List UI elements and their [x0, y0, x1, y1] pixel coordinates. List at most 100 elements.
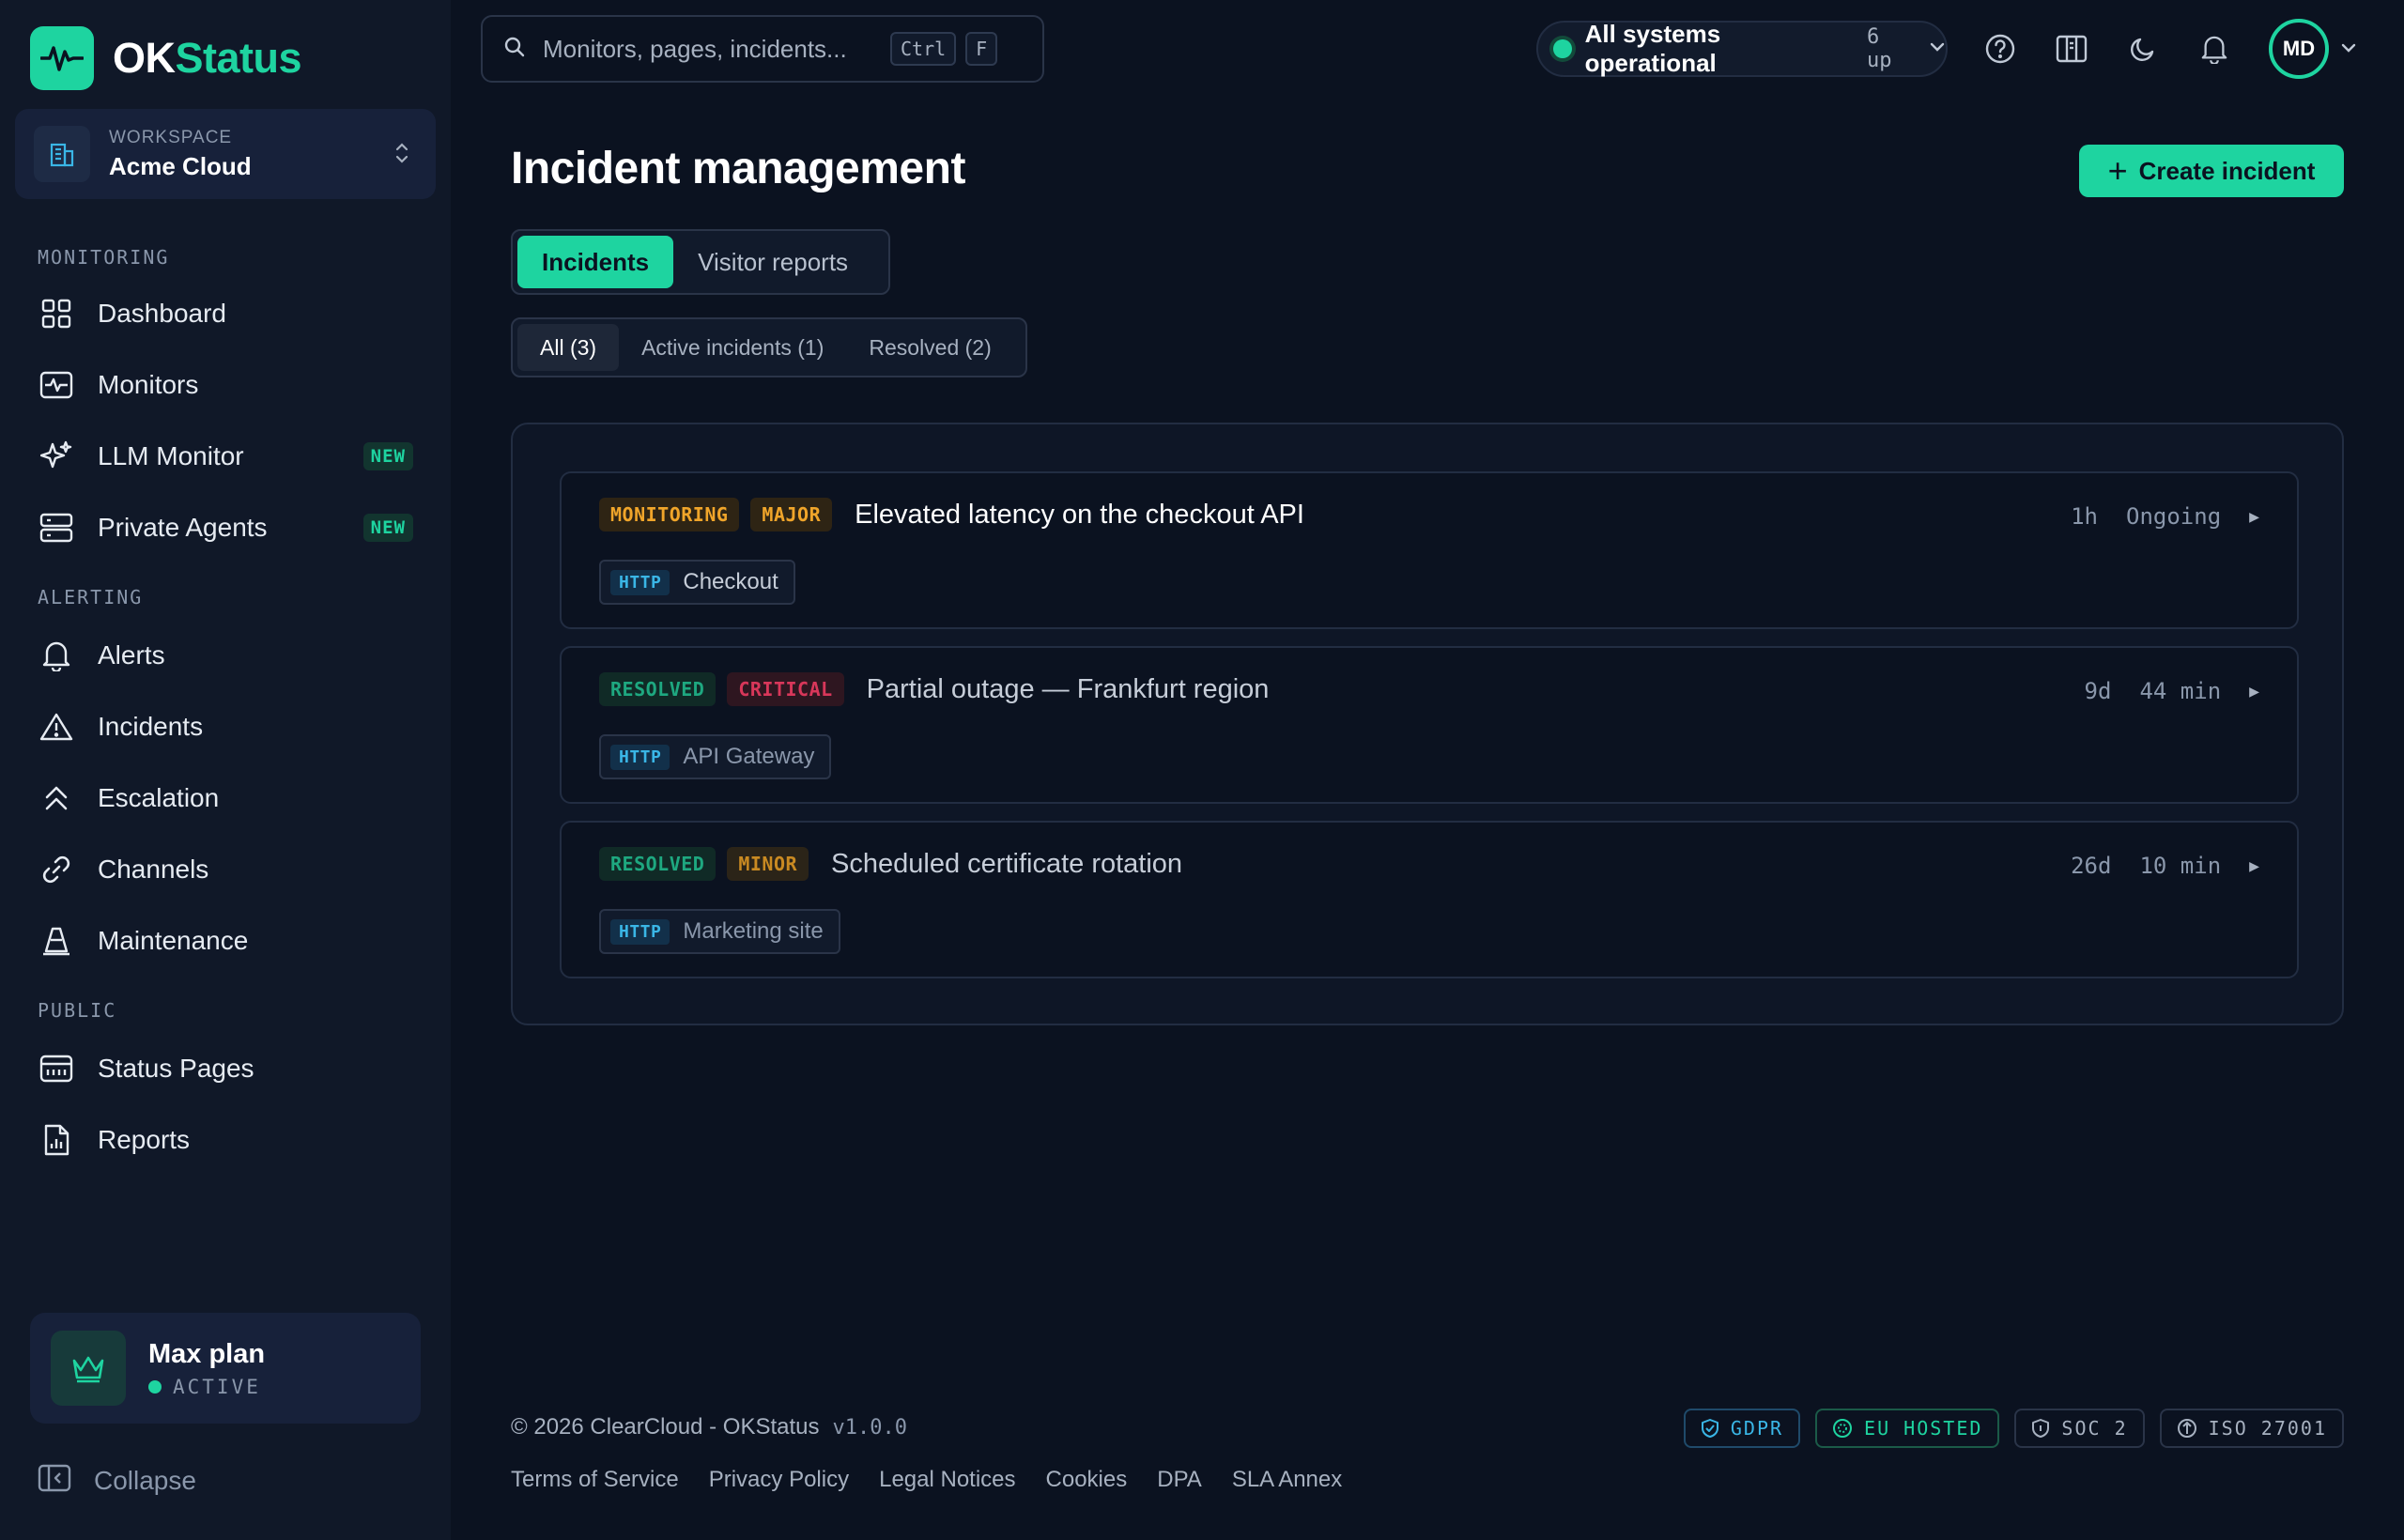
- protocol-badge: HTTP: [610, 744, 670, 770]
- building-icon: [34, 126, 90, 182]
- pulse-logo-icon: [30, 26, 94, 90]
- filter-all[interactable]: All (3): [517, 324, 620, 371]
- sidebar-item-escalation[interactable]: Escalation: [38, 772, 413, 824]
- sidebar-item-label: Alerts: [98, 640, 165, 670]
- shield-icon: [2032, 1419, 2050, 1438]
- moon-icon[interactable]: [2122, 28, 2164, 69]
- sidebar-item-label: Maintenance: [98, 926, 249, 955]
- protocol-badge: HTTP: [610, 569, 670, 595]
- sidebar-item-alerts[interactable]: Alerts: [38, 629, 413, 682]
- copyright: © 2026 ClearCloud - OKStatus v1.0.0: [511, 1414, 907, 1440]
- state-badge: RESOLVED: [599, 672, 717, 706]
- incident-row[interactable]: RESOLVED MINOR Scheduled certificate rot…: [560, 821, 2299, 978]
- bell-icon[interactable]: [2194, 28, 2235, 69]
- shield-check-icon: [1701, 1419, 1718, 1438]
- crown-icon: [51, 1331, 126, 1406]
- sidebar-item-label: Reports: [98, 1125, 191, 1154]
- footer-link-cookies[interactable]: Cookies: [1046, 1467, 1128, 1493]
- sidebar-item-reports[interactable]: Reports: [38, 1114, 413, 1166]
- sidebar-item-dashboard[interactable]: Dashboard: [38, 287, 413, 340]
- expand-arrow-icon: ▶: [2249, 506, 2259, 527]
- link-icon: [38, 851, 75, 888]
- sidebar-item-private-agents[interactable]: Private Agents NEW: [38, 501, 413, 554]
- footer-link-legal[interactable]: Legal Notices: [879, 1467, 1015, 1493]
- monitor-chip[interactable]: HTTP Checkout: [599, 560, 795, 605]
- workspace-switcher[interactable]: WORKSPACE Acme Cloud: [15, 109, 436, 199]
- footer-link-terms[interactable]: Terms of Service: [511, 1467, 679, 1493]
- shortcut-key-ctrl: Ctrl: [890, 32, 957, 66]
- logo[interactable]: OKStatus: [30, 26, 302, 90]
- search-bar[interactable]: Ctrl F: [481, 15, 1044, 83]
- tab-visitor-reports[interactable]: Visitor reports: [673, 236, 872, 288]
- sidebar-item-maintenance[interactable]: Maintenance: [38, 915, 413, 967]
- search-icon: [503, 36, 526, 63]
- sidebar-item-monitors[interactable]: Monitors: [38, 359, 413, 411]
- workspace-name: Acme Cloud: [109, 151, 252, 180]
- chevron-down-icon[interactable]: [2340, 41, 2357, 58]
- sidebar-item-incidents[interactable]: Incidents: [38, 701, 413, 753]
- grid-icon: [38, 295, 75, 332]
- soc2-badge: SOC 2: [2014, 1409, 2145, 1448]
- compliance-badges: GDPR EU HOSTED SOC 2 ISO 27001: [1669, 1409, 2344, 1448]
- sidebar-item-label: Channels: [98, 855, 209, 884]
- footer-link-privacy[interactable]: Privacy Policy: [709, 1467, 849, 1493]
- sidebar-item-channels[interactable]: Channels: [38, 843, 413, 896]
- incident-age: 9d: [2084, 678, 2112, 704]
- layout-columns-icon[interactable]: [2051, 28, 2092, 69]
- user-avatar[interactable]: MD: [2269, 19, 2329, 79]
- filter-active[interactable]: Active incidents (1): [619, 324, 846, 371]
- sidebar: OKStatus WORKSPACE Acme Cloud MONITORING…: [0, 0, 451, 1540]
- collapse-button[interactable]: Collapse: [38, 1463, 196, 1498]
- footer-link-dpa[interactable]: DPA: [1157, 1467, 1202, 1493]
- search-input[interactable]: [543, 34, 881, 64]
- monitor-chip[interactable]: HTTP Marketing site: [599, 909, 840, 954]
- create-incident-button[interactable]: + Create incident: [2079, 145, 2344, 197]
- state-badge: RESOLVED: [599, 847, 717, 881]
- filter-resolved[interactable]: Resolved (2): [846, 324, 1013, 371]
- status-count: 6 up: [1867, 25, 1892, 72]
- pulse-icon: [38, 366, 75, 404]
- version: v1.0.0: [832, 1416, 907, 1440]
- report-icon: [38, 1121, 75, 1159]
- sidebar-item-label: Incidents: [98, 712, 204, 741]
- help-icon[interactable]: [1980, 28, 2021, 69]
- cone-icon: [38, 922, 75, 960]
- calendar-icon: [38, 1050, 75, 1087]
- collapse-label: Collapse: [94, 1465, 196, 1495]
- new-badge: NEW: [362, 442, 413, 470]
- footer-link-sla[interactable]: SLA Annex: [1232, 1467, 1342, 1493]
- workspace-label: WORKSPACE: [109, 127, 233, 147]
- incident-age: 26d: [2071, 853, 2112, 879]
- monitor-chip[interactable]: HTTP API Gateway: [599, 734, 832, 779]
- incident-row[interactable]: MONITORING MAJOR Elevated latency on the…: [560, 471, 2299, 629]
- sidebar-item-status-pages[interactable]: Status Pages: [38, 1042, 413, 1095]
- sidebar-item-label: Monitors: [98, 370, 199, 399]
- chevron-down-icon: [1929, 40, 1946, 57]
- severity-badge: MAJOR: [750, 498, 833, 531]
- section-title-monitoring: MONITORING: [38, 246, 170, 269]
- sidebar-collapse-icon: [38, 1463, 71, 1498]
- gdpr-badge: GDPR: [1683, 1409, 1801, 1448]
- sidebar-item-label: Escalation: [98, 783, 220, 812]
- plan-card[interactable]: Max plan ACTIVE: [30, 1313, 421, 1424]
- incident-row[interactable]: RESOLVED CRITICAL Partial outage — Frank…: [560, 646, 2299, 804]
- view-tabs: Incidents Visitor reports: [511, 229, 890, 295]
- monitor-name: Marketing site: [683, 918, 824, 944]
- bell-icon: [38, 637, 75, 674]
- status-dot: [148, 1379, 162, 1394]
- sidebar-item-llm-monitor[interactable]: LLM Monitor NEW: [38, 430, 413, 483]
- sidebar-item-label: Private Agents: [98, 513, 268, 542]
- plan-status: ACTIVE: [148, 1376, 265, 1398]
- incident-duration: Ongoing: [2126, 503, 2222, 530]
- system-status-pill[interactable]: All systems operational 6 up: [1536, 20, 1948, 77]
- sidebar-item-label: Status Pages: [98, 1054, 254, 1083]
- tab-incidents[interactable]: Incidents: [517, 236, 674, 288]
- incident-list: MONITORING MAJOR Elevated latency on the…: [511, 423, 2344, 1025]
- expand-arrow-icon: ▶: [2249, 855, 2259, 876]
- incident-title: Scheduled certificate rotation: [831, 848, 1183, 879]
- plus-icon: +: [2107, 151, 2128, 190]
- certificate-icon: [2177, 1419, 2196, 1438]
- iso-badge: ISO 27001: [2159, 1409, 2344, 1448]
- warning-icon: [38, 708, 75, 746]
- sidebar-item-label: Dashboard: [98, 299, 226, 328]
